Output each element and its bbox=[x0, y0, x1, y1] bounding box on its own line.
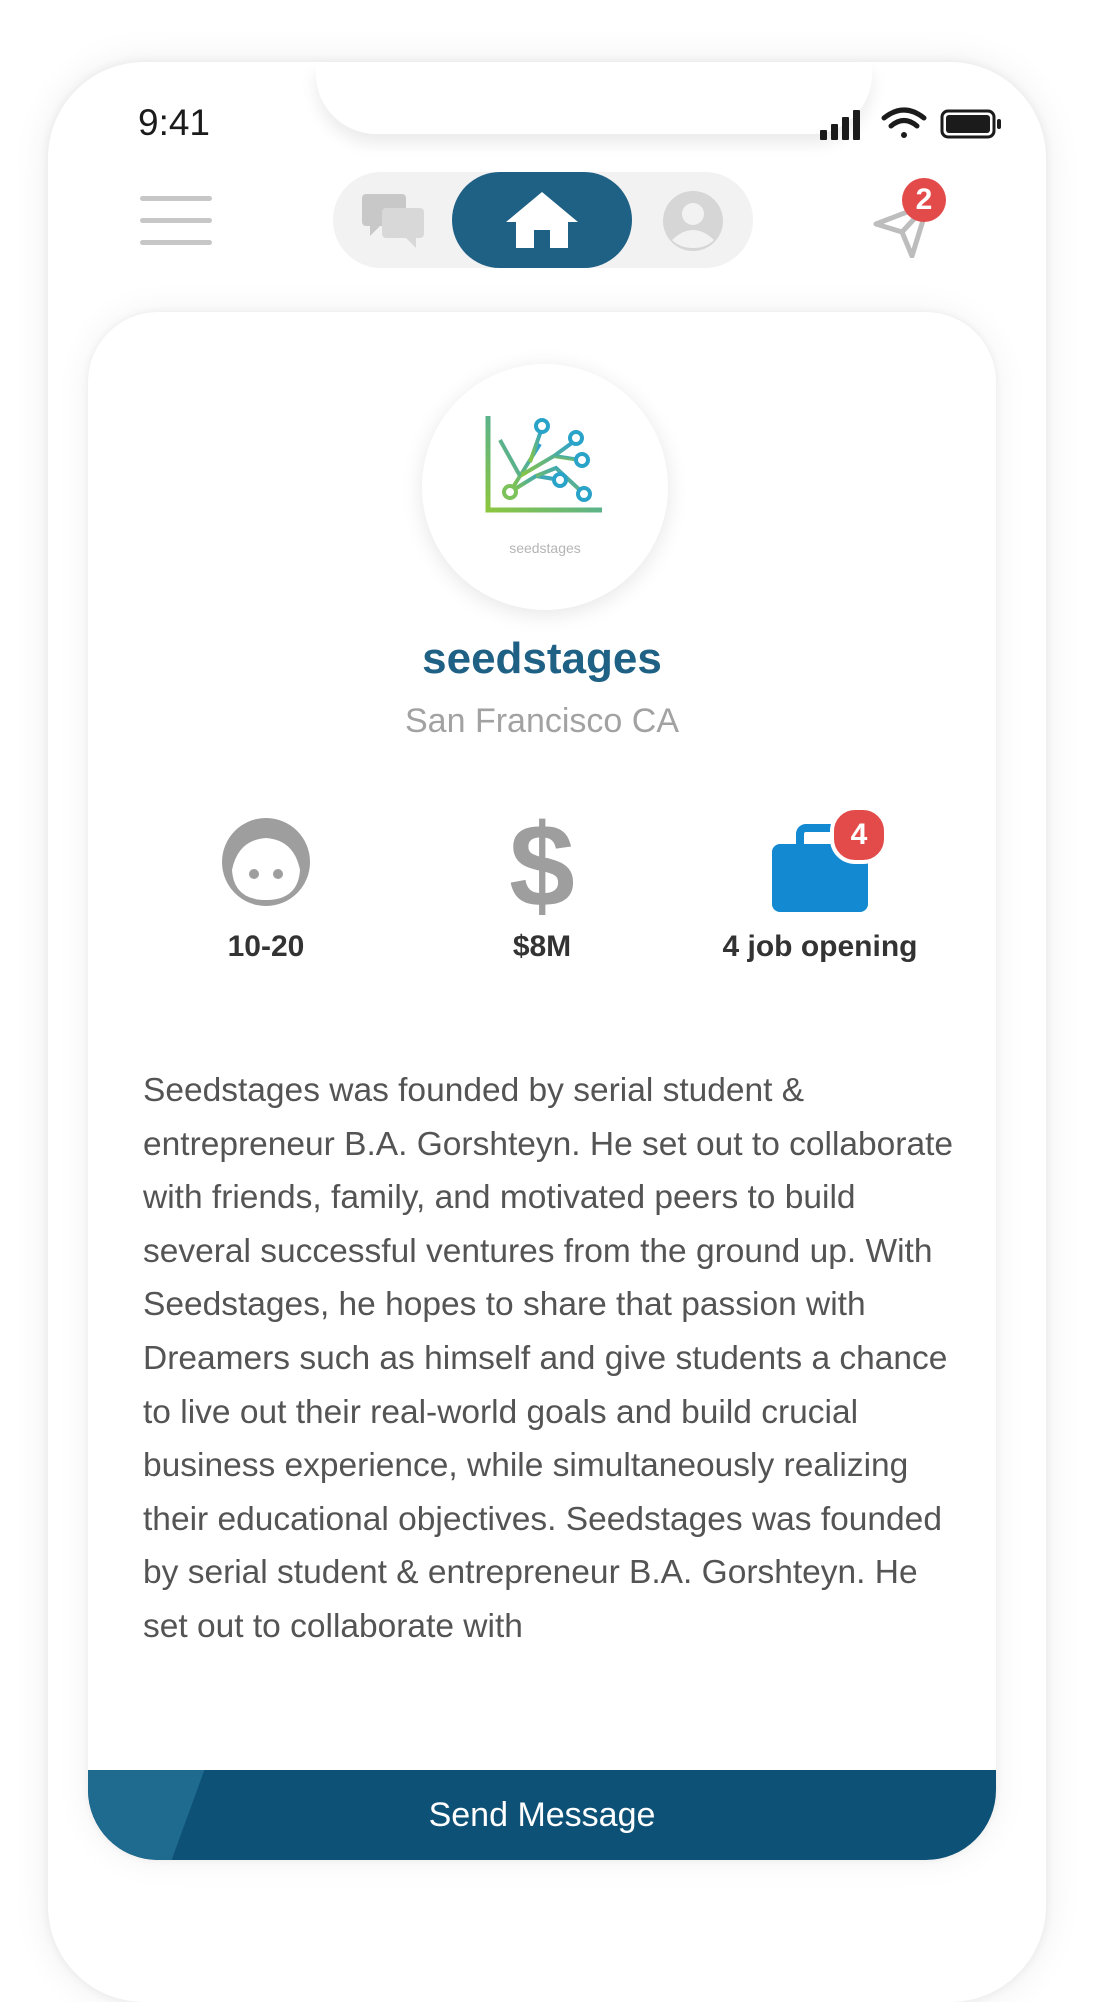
phone-notch bbox=[316, 62, 872, 134]
jobs-label: 4 job opening bbox=[722, 930, 918, 963]
tab-home[interactable] bbox=[452, 172, 632, 268]
wifi-icon bbox=[881, 107, 927, 138]
employees-value: 10-20 bbox=[227, 930, 305, 963]
logo-wordmark: seedstages bbox=[509, 540, 581, 556]
chat-bubbles-icon[interactable] bbox=[360, 192, 426, 250]
stat-funding: $ $8M bbox=[422, 800, 662, 964]
company-card: seedstages seedstages San Francisco CA 1… bbox=[88, 312, 996, 1860]
seedstages-logo-icon bbox=[485, 416, 602, 513]
menu-button[interactable] bbox=[140, 196, 212, 246]
status-icons bbox=[820, 107, 1001, 140]
home-icon bbox=[506, 192, 578, 248]
company-logo: seedstages bbox=[422, 364, 668, 610]
notification-badge: 2 bbox=[902, 178, 946, 222]
hamburger-menu-line bbox=[140, 218, 212, 223]
stat-employees: 10-20 bbox=[146, 814, 386, 964]
send-message-label: Send Message bbox=[428, 1796, 656, 1834]
signal-icon bbox=[820, 110, 860, 140]
status-time: 9:41 bbox=[138, 102, 211, 143]
dollar-icon: $ bbox=[509, 800, 575, 932]
stat-jobs[interactable]: 4 4 job opening bbox=[700, 806, 940, 964]
hamburger-menu-icon bbox=[140, 196, 212, 201]
company-name: seedstages bbox=[422, 634, 662, 683]
funding-value: $8M bbox=[512, 930, 572, 963]
battery-icon bbox=[940, 109, 1001, 139]
hamburger-menu-line bbox=[140, 240, 212, 245]
jobs-badge: 4 bbox=[830, 806, 888, 864]
send-message-button[interactable]: Send Message bbox=[88, 1770, 996, 1860]
face-icon bbox=[222, 818, 310, 906]
company-description: Seedstages was founded by serial student… bbox=[143, 1072, 954, 1645]
company-location: San Francisco CA bbox=[405, 702, 679, 740]
user-circle-icon[interactable] bbox=[662, 190, 724, 252]
svg-text:$: $ bbox=[509, 814, 575, 916]
